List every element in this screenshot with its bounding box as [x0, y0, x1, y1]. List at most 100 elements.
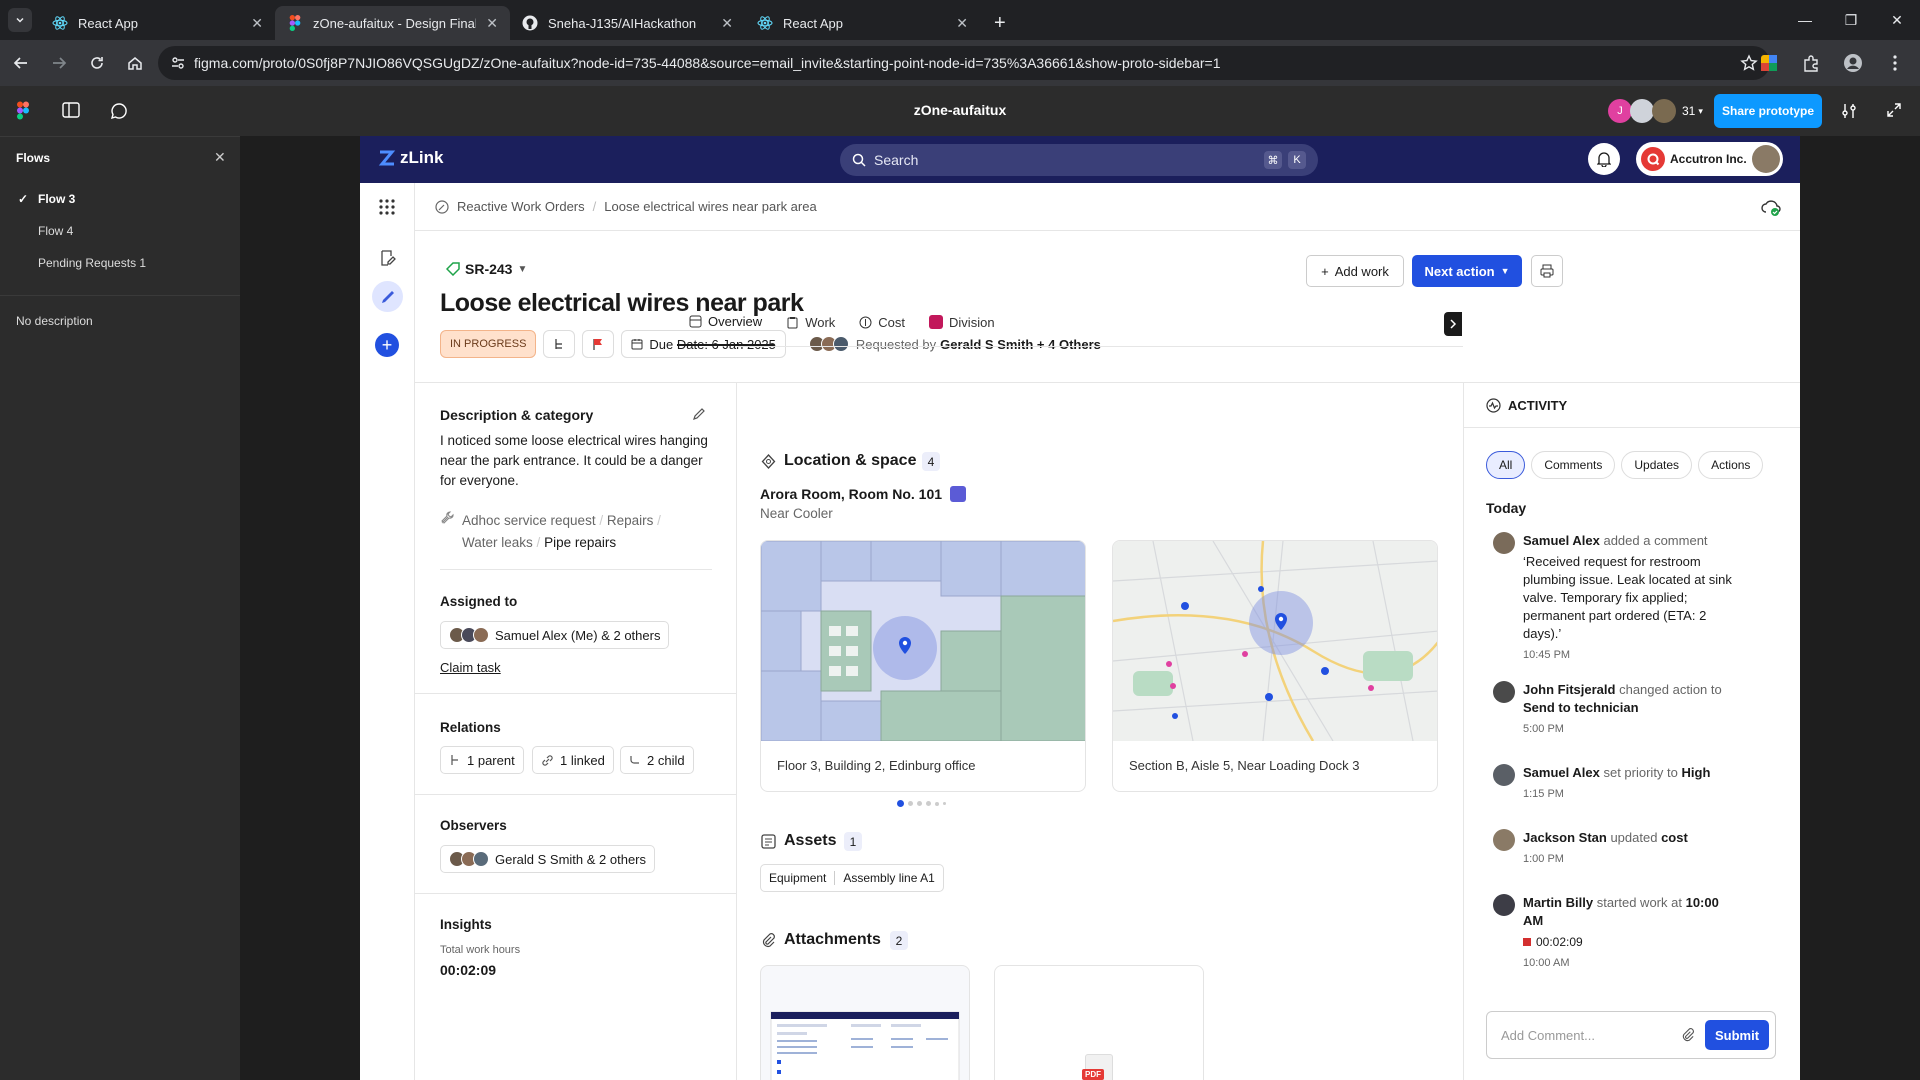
sr-id-dropdown[interactable]: SR-243 ▼: [446, 261, 527, 277]
attachment-thumbnail[interactable]: [760, 965, 970, 1080]
browser-tab[interactable]: Sneha-J135/AIHackathon ✕: [510, 6, 745, 40]
close-icon[interactable]: ✕: [251, 15, 263, 32]
filter-all[interactable]: All: [1486, 451, 1526, 479]
activity-actor[interactable]: Samuel Alex: [1523, 765, 1600, 780]
site-info-icon[interactable]: [170, 55, 186, 71]
cloud-sync-icon[interactable]: [1760, 197, 1782, 217]
tag-icon: [446, 262, 460, 276]
next-action-button[interactable]: Next action ▼: [1412, 255, 1522, 287]
relation-parent-chip[interactable]: 1 parent: [440, 746, 524, 774]
room-type-icon: [950, 486, 967, 502]
carousel-dot[interactable]: [897, 800, 904, 807]
status-badge[interactable]: IN PROGRESS: [440, 330, 537, 358]
close-icon[interactable]: ✕: [486, 15, 498, 32]
viewer-avatars[interactable]: J 31 ▾: [1608, 99, 1703, 123]
browser-tab-active[interactable]: zOne-aufaitux - Design Final ✕: [275, 6, 510, 40]
tab-work[interactable]: Work: [774, 298, 847, 346]
carousel-dot[interactable]: [926, 801, 931, 806]
share-prototype-button[interactable]: Share prototype: [1714, 94, 1822, 128]
priority-flag-button[interactable]: [582, 330, 615, 358]
submit-button[interactable]: Submit: [1705, 1020, 1769, 1050]
attachment-pdf[interactable]: PDF: [994, 965, 1204, 1080]
user-avatar[interactable]: [1752, 145, 1780, 173]
add-work-button[interactable]: + Add work: [1306, 255, 1404, 287]
tab-division[interactable]: Division: [917, 298, 1007, 346]
tab-search-button[interactable]: [0, 0, 40, 40]
activity-actor[interactable]: Samuel Alex: [1523, 533, 1600, 548]
flow-item-flow-4[interactable]: Flow 4: [38, 224, 73, 238]
filter-updates[interactable]: Updates: [1621, 451, 1693, 479]
extension-colorful-icon[interactable]: [1752, 46, 1786, 80]
divider: [736, 382, 737, 1080]
flow-item-flow-3[interactable]: ✓ Flow 3: [18, 192, 75, 206]
assignee-chip[interactable]: Samuel Alex (Me) & 2 others: [440, 621, 670, 649]
zlink-logo[interactable]: zLink: [378, 148, 443, 168]
org-switcher[interactable]: Accutron Inc.: [1636, 142, 1783, 176]
claim-task-link[interactable]: Claim task: [440, 660, 501, 675]
location-card-caption: Section B, Aisle 5, Near Loading Dock 3: [1129, 757, 1360, 773]
tab-title: zOne-aufaitux - Design Final: [313, 15, 477, 31]
forward-icon[interactable]: [42, 46, 76, 80]
more-menu-icon[interactable]: [1878, 46, 1912, 80]
attach-icon[interactable]: [1681, 1028, 1695, 1042]
edit-note-icon[interactable]: [379, 249, 397, 267]
carousel-dot[interactable]: [943, 802, 946, 805]
collapse-panel-button[interactable]: [1444, 312, 1462, 336]
carousel-dots[interactable]: [897, 800, 946, 807]
floorplan-card[interactable]: Floor 3, Building 2, Edinburg office: [760, 540, 1086, 792]
hierarchy-button[interactable]: [543, 330, 576, 358]
carousel-dot[interactable]: [908, 801, 913, 806]
activity-actor[interactable]: Jackson Stan: [1523, 830, 1607, 845]
filter-actions[interactable]: Actions: [1698, 451, 1764, 479]
parent-icon: [449, 754, 461, 766]
activity-comment: ‘Received request for restroom plumbing …: [1523, 554, 1732, 641]
add-icon[interactable]: +: [375, 333, 399, 357]
breadcrumb-current: Loose electrical wires near park area: [604, 199, 817, 214]
close-icon[interactable]: ✕: [721, 15, 733, 32]
carousel-dot[interactable]: [935, 801, 939, 806]
browser-tab[interactable]: React App ✕: [40, 6, 275, 40]
back-icon[interactable]: [4, 46, 38, 80]
relation-child-chip[interactable]: 2 child: [620, 746, 694, 774]
browser-tab[interactable]: React App ✕: [745, 6, 980, 40]
carousel-dot[interactable]: [917, 801, 922, 806]
asset-tag[interactable]: Equipment Assembly line A1: [760, 864, 944, 892]
flow-label: Flow 4: [38, 224, 74, 238]
restore-icon[interactable]: ❐: [1828, 0, 1874, 40]
comment-input[interactable]: Add Comment... Submit: [1486, 1011, 1776, 1059]
filter-comments[interactable]: Comments: [1531, 451, 1616, 479]
reload-icon[interactable]: [80, 46, 114, 80]
close-icon[interactable]: ✕: [956, 15, 968, 32]
search-input[interactable]: Search ⌘ K: [840, 144, 1318, 176]
home-icon[interactable]: [118, 46, 152, 80]
edit-pencil-icon[interactable]: [692, 407, 706, 421]
chevron-down-icon: [8, 8, 32, 32]
relation-linked-chip[interactable]: 1 linked: [532, 746, 614, 774]
work-order-nav-icon[interactable]: [372, 281, 403, 312]
tab-overview[interactable]: Overview: [677, 298, 775, 346]
room-label: Arora Room, Room No. 101: [760, 486, 943, 502]
divider: [1464, 427, 1800, 428]
extensions-puzzle-icon[interactable]: [1794, 46, 1828, 80]
minimize-icon[interactable]: —: [1782, 0, 1828, 40]
close-window-icon[interactable]: ✕: [1874, 0, 1920, 40]
flow-item-pending-requests[interactable]: Pending Requests 1: [38, 256, 146, 270]
activity-actor[interactable]: John Fitsjerald: [1523, 682, 1615, 697]
observers-chip[interactable]: Gerald S Smith & 2 others: [440, 845, 656, 873]
avatar: [1493, 532, 1515, 554]
apps-grid-icon[interactable]: [378, 198, 396, 216]
close-icon[interactable]: ✕: [214, 149, 226, 166]
url-field[interactable]: figma.com/proto/0S0fj8P7NJIO86VQSGUgDZ/z…: [158, 46, 1770, 80]
expand-icon[interactable]: [1886, 102, 1902, 118]
notifications-button[interactable]: [1588, 143, 1620, 175]
breadcrumb-link[interactable]: Reactive Work Orders: [457, 199, 585, 214]
avatar: [1493, 764, 1515, 786]
new-tab-button[interactable]: +: [980, 6, 1020, 40]
print-button[interactable]: [1531, 255, 1563, 287]
activity-actor[interactable]: Martin Billy: [1523, 895, 1593, 910]
profile-avatar-icon[interactable]: [1836, 46, 1870, 80]
settings-sliders-icon[interactable]: [1840, 102, 1858, 120]
bell-icon: [1597, 151, 1611, 167]
map-card[interactable]: Section B, Aisle 5, Near Loading Dock 3: [1112, 540, 1438, 792]
tab-cost[interactable]: Cost: [847, 298, 917, 346]
